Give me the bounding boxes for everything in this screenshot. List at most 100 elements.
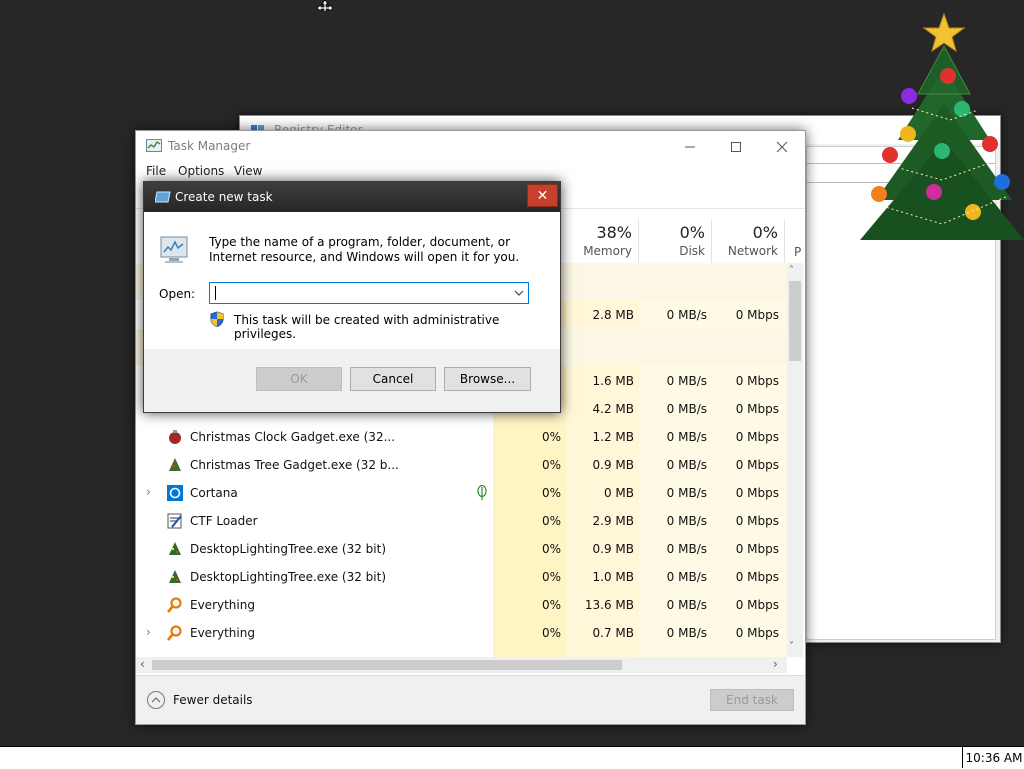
chevron-right-icon[interactable]: › [146,485,151,499]
close-icon [776,141,788,152]
horizontal-scroll-thumb[interactable] [152,660,622,670]
network-cell: 0 Mbps [735,542,779,556]
network-column-header[interactable]: 0% Network [712,219,785,263]
cpu-cell: 0% [541,626,561,640]
admin-note: This task will be created with administr… [234,313,500,341]
menu-view[interactable]: View [234,164,262,178]
network-cell: 0 Mbps [735,598,779,612]
dialog-description: Type the name of a program, folder, docu… [209,235,520,264]
table-row[interactable]: › Cortana 0% 0 MB 0 MB/s 0 Mbps [136,479,790,507]
network-cell: 0 Mbps [735,374,779,388]
disk-column-header[interactable]: 0% Disk [639,219,712,263]
network-cell: 0 Mbps [735,430,779,444]
ok-button[interactable]: OK [256,367,342,391]
disk-cell: 0 MB/s [666,542,707,556]
disk-cell: 0 MB/s [666,374,707,388]
table-row[interactable]: DesktopLightingTree.exe (32 bit) 0% 1.0 … [136,563,790,591]
disk-cell: 0 MB/s [666,402,707,416]
ornament-icon [169,430,181,444]
network-pct: 0% [752,223,778,242]
close-icon: ✕ [536,187,549,204]
process-name: Christmas Tree Gadget.exe (32 b... [190,458,399,472]
run-icon [155,191,171,203]
menu-file[interactable]: File [146,164,166,178]
ctf-icon [167,513,182,529]
memory-cell: 0.9 MB [592,458,634,472]
process-name: DesktopLightingTree.exe (32 bit) [190,570,387,584]
scroll-left-icon[interactable]: ‹ [140,657,145,671]
network-label: Network [727,244,778,258]
power-column-header[interactable]: P [794,245,801,259]
browse-button[interactable]: Browse... [444,367,531,391]
maximize-icon [731,141,741,152]
memory-cell: 1.6 MB [592,374,634,388]
cpu-cell: 0% [541,458,561,472]
end-task-button[interactable]: End task [710,689,794,711]
table-row[interactable]: Everything 0% 13.6 MB 0 MB/s 0 Mbps [136,591,790,619]
disk-cell: 0 MB/s [666,570,707,584]
disk-cell: 0 MB/s [666,598,707,612]
table-row[interactable]: DesktopLightingTree.exe (32 bit) 0% 0.9 … [136,535,790,563]
dialog-close-button[interactable]: ✕ [527,184,558,207]
vertical-scroll-thumb[interactable] [789,281,801,361]
taskbar-clock[interactable]: 10:36 AM [962,747,1024,768]
network-cell: 0 Mbps [735,458,779,472]
scroll-right-icon[interactable]: › [773,657,778,671]
minimize-button[interactable] [667,131,713,162]
table-row[interactable]: › Everything 0% 0.7 MB 0 MB/s 0 Mbps [136,619,790,647]
cpu-cell: 0% [541,542,561,556]
fewer-details-link[interactable]: Fewer details [173,693,253,707]
table-row[interactable]: Christmas Clock Gadget.exe (32... 0% 1.2… [136,423,790,451]
leaf-icon [477,485,487,500]
table-row[interactable]: Christmas Tree Gadget.exe (32 b... 0% 0.… [136,451,790,479]
disk-label: Disk [679,244,705,258]
magnifier-icon [167,597,182,613]
memory-cell: 13.6 MB [584,598,634,612]
cpu-cell: 0% [541,486,561,500]
disk-cell: 0 MB/s [666,486,707,500]
table-row[interactable]: CTF Loader 0% 2.9 MB 0 MB/s 0 Mbps [136,507,790,535]
tree-icon [169,458,181,471]
network-cell: 0 Mbps [735,570,779,584]
memory-cell: 0.9 MB [592,542,634,556]
process-name: Everything [190,626,255,640]
scroll-up-icon[interactable]: ˄ [789,265,794,276]
menu-options[interactable]: Options [178,164,224,178]
process-name: Everything [190,598,255,612]
disk-cell: 0 MB/s [666,626,707,640]
create-new-task-dialog[interactable]: Create new task ✕ Type the name of a pro… [143,181,561,413]
disk-cell: 0 MB/s [666,458,707,472]
scroll-down-icon[interactable]: ˅ [789,641,794,652]
memory-label: Memory [583,244,632,258]
taskbar [0,746,1024,769]
network-cell: 0 Mbps [735,514,779,528]
open-combobox[interactable] [209,282,529,304]
memory-column-header[interactable]: 38% Memory [566,219,639,263]
memory-cell: 4.2 MB [592,402,634,416]
memory-cell: 0.7 MB [592,626,634,640]
dialog-title: Create new task [175,190,273,204]
memory-cell: 0 MB [603,486,634,500]
cpu-cell: 0% [541,514,561,528]
open-input[interactable] [213,285,503,301]
dialog-button-bar: OK Cancel Browse... [144,349,560,412]
chevron-up-circle-icon[interactable] [146,690,166,710]
disk-pct: 0% [679,223,705,242]
process-name: DesktopLightingTree.exe (32 bit) [190,542,387,556]
memory-cell: 2.9 MB [592,514,634,528]
cancel-button[interactable]: Cancel [350,367,436,391]
chevron-right-icon[interactable]: › [146,625,151,639]
process-name: Christmas Clock Gadget.exe (32... [190,430,396,444]
lighting-tree-icon [169,542,181,555]
chevron-down-icon[interactable] [514,289,524,297]
christmas-tree-gadget[interactable] [852,10,1024,250]
minimize-icon [685,146,695,147]
close-button[interactable] [759,131,805,162]
network-cell: 0 Mbps [735,308,779,322]
network-cell: 0 Mbps [735,626,779,640]
open-label: Open: [159,287,196,301]
process-name: Cortana [190,486,238,500]
memory-cell: 1.0 MB [592,570,634,584]
maximize-button[interactable] [713,131,759,162]
task-manager-title: Task Manager [168,139,251,153]
